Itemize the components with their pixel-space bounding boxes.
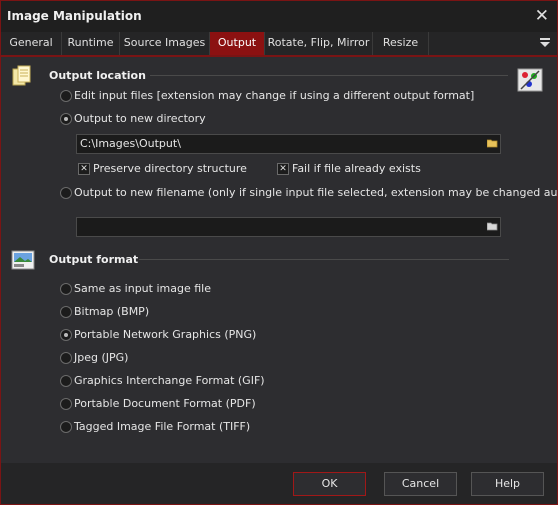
radio-label: Same as input image file (74, 282, 211, 295)
radio-button[interactable] (60, 113, 72, 125)
radio-label: Portable Network Graphics (PNG) (74, 328, 257, 341)
output-directory-field[interactable]: C:\Images\Output\ (76, 134, 501, 154)
output-filename-field[interactable] (76, 217, 501, 237)
radio-button[interactable] (60, 352, 72, 364)
radio-button[interactable] (60, 421, 72, 433)
radio-button[interactable] (60, 306, 72, 318)
tab-runtime[interactable]: Runtime (62, 32, 120, 55)
checkbox-label: Fail if file already exists (292, 162, 421, 175)
section-divider (139, 259, 509, 260)
tab-bar: General Runtime Source Images Output Rot… (1, 32, 557, 57)
section-divider (150, 75, 508, 76)
radio-label: Portable Document Format (PDF) (74, 397, 256, 410)
dialog-footer: OK Cancel Help (1, 463, 557, 504)
radio-label: Tagged Image File Format (TIFF) (74, 420, 251, 433)
radio-button[interactable] (60, 187, 72, 199)
title-bar: Image Manipulation ✕ (1, 1, 557, 32)
tab-resize[interactable]: Resize (373, 32, 429, 55)
radio-button[interactable] (60, 90, 72, 102)
checkbox-box[interactable]: ✕ (277, 163, 289, 175)
file-browse-icon[interactable] (486, 221, 498, 231)
tab-source-images[interactable]: Source Images (120, 32, 210, 55)
dialog-window: Image Manipulation ✕ General Runtime Sou… (0, 0, 558, 505)
output-directory-value: C:\Images\Output\ (80, 137, 181, 150)
window-title: Image Manipulation (7, 9, 142, 23)
documents-icon (11, 65, 35, 89)
radio-label: Output to new directory (74, 112, 206, 125)
image-format-icon (11, 248, 35, 272)
radio-label: Jpeg (JPG) (74, 351, 129, 364)
tab-general[interactable]: General (1, 32, 62, 55)
radio-button[interactable] (60, 329, 72, 341)
radio-output-new-filename[interactable]: Output to new filename (only if single i… (60, 185, 557, 201)
cancel-button[interactable]: Cancel (384, 472, 457, 496)
radio-button[interactable] (60, 398, 72, 410)
close-icon[interactable]: ✕ (535, 6, 549, 26)
checkbox-box[interactable]: ✕ (78, 163, 90, 175)
radio-label: Edit input files [extension may change i… (74, 89, 475, 102)
output-tab-content: Output location Edit input files [extens… (1, 57, 557, 463)
output-location-title: Output location (49, 69, 146, 82)
radio-label: Output to new filename (only if single i… (74, 186, 557, 199)
tab-rotate-flip-mirror[interactable]: Rotate, Flip, Mirror (265, 32, 373, 55)
ok-button[interactable]: OK (293, 472, 366, 496)
tab-overflow-menu-icon[interactable] (539, 36, 551, 50)
radio-button[interactable] (60, 283, 72, 295)
tab-output[interactable]: Output (210, 32, 265, 55)
output-format-title: Output format (49, 253, 139, 266)
checkbox-label: Preserve directory structure (93, 162, 247, 175)
radio-label: Graphics Interchange Format (GIF) (74, 374, 265, 387)
folder-browse-icon[interactable] (486, 138, 498, 148)
radio-label: Bitmap (BMP) (74, 305, 150, 318)
image-palette-icon (517, 67, 543, 92)
radio-button[interactable] (60, 375, 72, 387)
help-button[interactable]: Help (471, 472, 544, 496)
